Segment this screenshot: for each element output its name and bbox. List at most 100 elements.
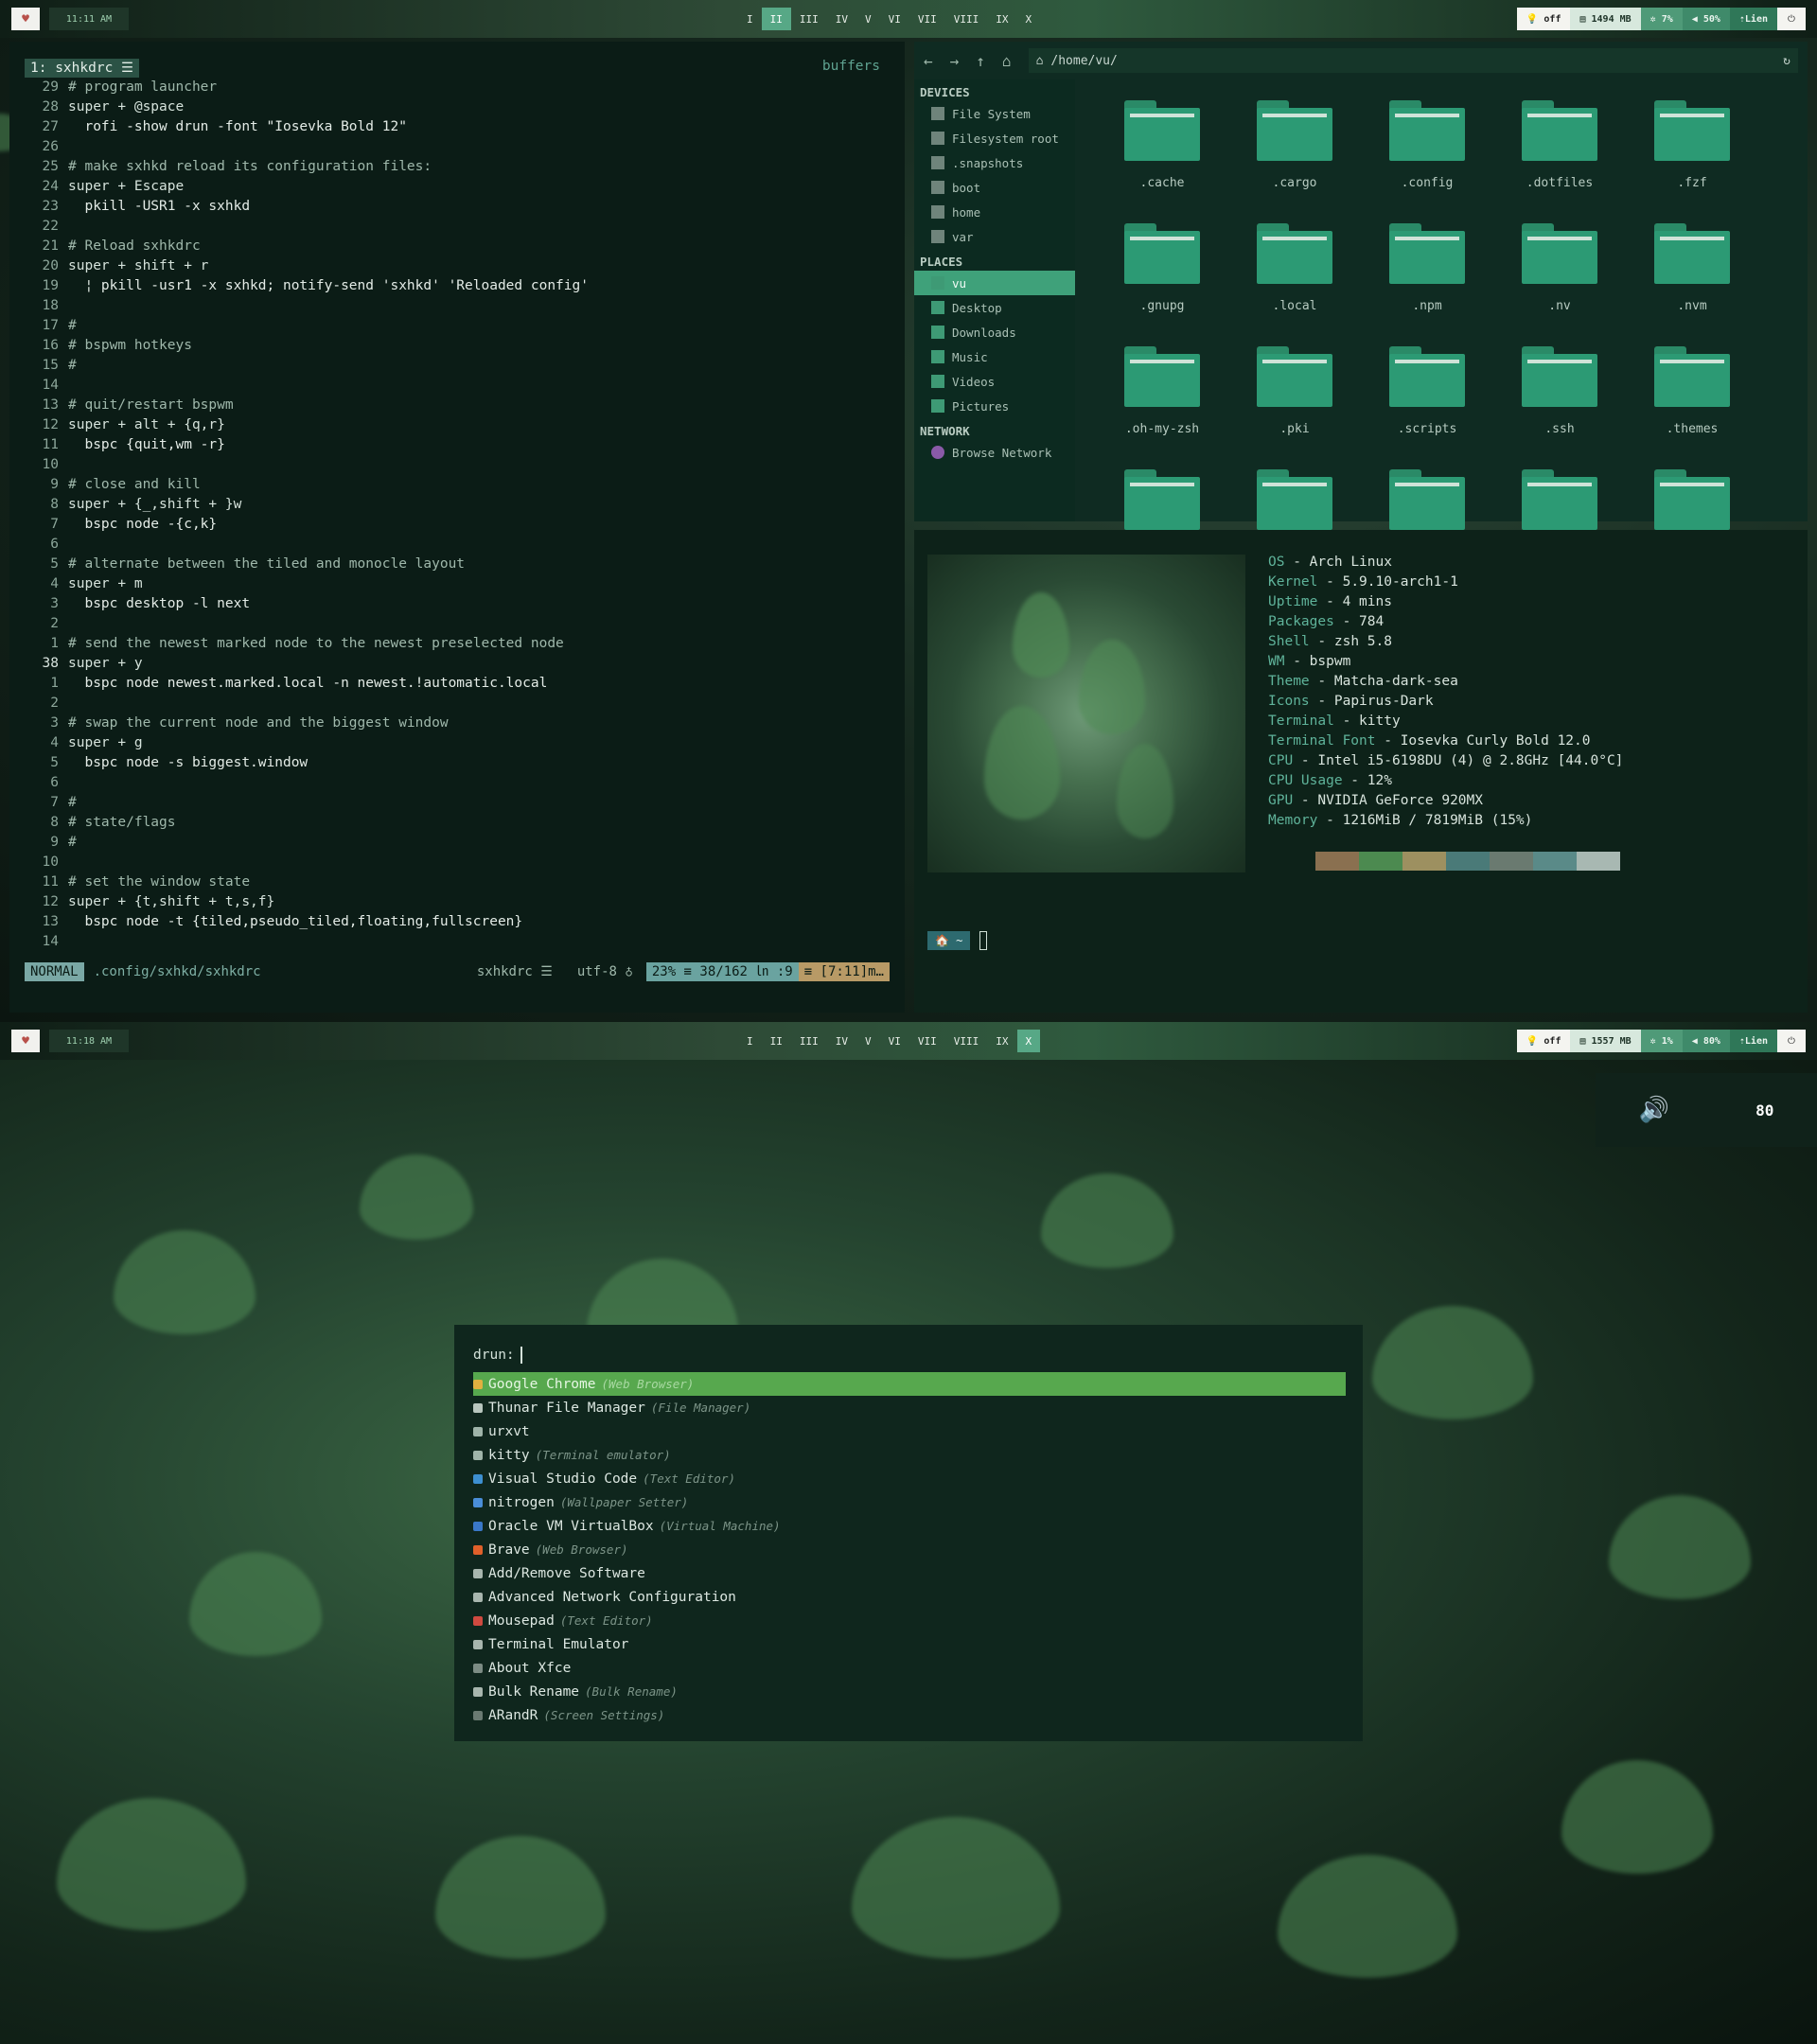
rofi-item[interactable]: urxvt xyxy=(473,1419,1346,1443)
sidebar-item[interactable]: File System xyxy=(914,101,1075,126)
sidebar-item[interactable]: Pictures xyxy=(914,394,1075,418)
back-arrow-icon[interactable]: ← xyxy=(924,52,933,70)
line-text: bspc {quit,wm -r} xyxy=(68,437,225,452)
vim-editor[interactable]: 1: sxhkdrc ☰ buffers 29 # program launche… xyxy=(9,42,905,1013)
workspace-iv[interactable]: IV xyxy=(827,1030,856,1052)
sidebar-item[interactable]: Browse Network xyxy=(914,440,1075,465)
folder-item[interactable]: .pki xyxy=(1228,341,1361,462)
rofi-item[interactable]: Brave (Web Browser) xyxy=(473,1538,1346,1561)
workspace-v[interactable]: V xyxy=(856,8,880,30)
sidebar-item[interactable]: Music xyxy=(914,344,1075,369)
folder-item[interactable]: .local xyxy=(1228,218,1361,339)
sidebar-item[interactable]: Desktop xyxy=(914,295,1075,320)
heart-icon[interactable]: ♥ xyxy=(11,8,40,30)
dnd-status[interactable]: 💡 off xyxy=(1516,8,1571,30)
folder-item[interactable]: .gnupg xyxy=(1096,218,1228,339)
volume-status[interactable]: ◀ 50% xyxy=(1682,8,1730,30)
info-value: 12% xyxy=(1367,773,1392,788)
buffer-tab[interactable]: 1: sxhkdrc ☰ xyxy=(25,59,140,78)
info-separator: - xyxy=(1317,574,1343,590)
workspace-iv[interactable]: IV xyxy=(827,8,856,30)
info-separator: - xyxy=(1284,555,1310,570)
workspace-x[interactable]: X xyxy=(1016,1030,1041,1052)
app-name: kitty xyxy=(488,1447,530,1463)
network-status[interactable]: ⇡ Lien xyxy=(1729,8,1777,30)
workspace-vii[interactable]: VII xyxy=(909,8,945,30)
sidebar-item[interactable]: Downloads xyxy=(914,320,1075,344)
reload-icon[interactable]: ↻ xyxy=(1783,54,1791,68)
sidebar-item[interactable]: home xyxy=(914,200,1075,224)
power-icon[interactable]: ⏻ xyxy=(1777,1030,1806,1052)
rofi-item[interactable]: Terminal Emulator xyxy=(473,1632,1346,1656)
folder-item[interactable]: .dotfiles xyxy=(1493,95,1626,216)
workspace-ii[interactable]: II xyxy=(762,1030,791,1052)
thunar-window[interactable]: ← → ↑ ⌂ ⌂ /home/vu/ ↻ DEVICES File System… xyxy=(914,42,1808,530)
rofi-item[interactable]: kitty (Terminal emulator) xyxy=(473,1443,1346,1467)
workspace-vii[interactable]: VII xyxy=(909,1030,945,1052)
rofi-launcher[interactable]: drun: Google Chrome (Web Browser) Thunar F… xyxy=(454,1325,1363,1741)
code-line: 3 # swap the current node and the biggest… xyxy=(25,714,890,733)
workspace-i[interactable]: I xyxy=(738,8,762,30)
rofi-item[interactable]: ARandR (Screen Settings) xyxy=(473,1703,1346,1727)
folder-item[interactable]: .scripts xyxy=(1361,341,1493,462)
line-number: 1 xyxy=(50,636,59,651)
workspace-iii[interactable]: III xyxy=(791,1030,827,1052)
info-value: 5.9.10-arch1-1 xyxy=(1342,574,1458,590)
rofi-item[interactable]: About Xfce xyxy=(473,1656,1346,1680)
terminal-window[interactable]: OS - Arch Linux Kernel - 5.9.10-arch1-1 Up… xyxy=(914,530,1808,1013)
folder-item[interactable]: .nvm xyxy=(1626,218,1758,339)
dnd-status[interactable]: 💡 off xyxy=(1516,1030,1571,1052)
workspace-viii[interactable]: VIII xyxy=(945,1030,988,1052)
sidebar-item[interactable]: Filesystem root xyxy=(914,126,1075,150)
info-key: WM xyxy=(1268,654,1285,669)
workspace-i[interactable]: I xyxy=(738,1030,762,1052)
sidebar-item[interactable]: var xyxy=(914,224,1075,249)
network-status[interactable]: ⇡ Lien xyxy=(1729,1030,1777,1052)
folder-item[interactable]: .themes xyxy=(1626,341,1758,462)
forward-arrow-icon[interactable]: → xyxy=(950,52,960,70)
code-line: 18 xyxy=(25,296,890,316)
workspace-ix[interactable]: IX xyxy=(987,8,1016,30)
workspace-viii[interactable]: VIII xyxy=(945,8,988,30)
folder-icon xyxy=(1257,100,1332,161)
folder-item[interactable]: .npm xyxy=(1361,218,1493,339)
folder-item[interactable]: .cargo xyxy=(1228,95,1361,216)
rofi-item[interactable]: Mousepad (Text Editor) xyxy=(473,1609,1346,1632)
folder-paper xyxy=(1395,360,1459,363)
folder-item[interactable]: .fzf xyxy=(1626,95,1758,216)
ram-status: ▤ 1557 MB xyxy=(1570,1030,1641,1052)
folder-item[interactable]: .nv xyxy=(1493,218,1626,339)
heart-icon[interactable]: ♥ xyxy=(11,1030,40,1052)
volume-status[interactable]: ◀ 80% xyxy=(1682,1030,1730,1052)
rofi-item[interactable]: nitrogen (Wallpaper Setter) xyxy=(473,1490,1346,1514)
folder-item[interactable]: .config xyxy=(1361,95,1493,216)
workspace-vi[interactable]: VI xyxy=(880,8,909,30)
rofi-prompt[interactable]: drun: xyxy=(473,1342,1346,1368)
workspace-x[interactable]: X xyxy=(1017,8,1041,30)
home-icon[interactable]: ⌂ xyxy=(1002,52,1012,70)
sidebar-item[interactable]: .snapshots xyxy=(914,150,1075,175)
workspace-iii[interactable]: III xyxy=(791,8,827,30)
folder-item[interactable]: .ssh xyxy=(1493,341,1626,462)
sidebar-item[interactable]: Videos xyxy=(914,369,1075,394)
rofi-item[interactable]: Google Chrome (Web Browser) xyxy=(473,1372,1346,1396)
rofi-item[interactable]: Add/Remove Software xyxy=(473,1561,1346,1585)
sidebar-item[interactable]: vu xyxy=(914,271,1075,295)
power-icon[interactable]: ⏻ xyxy=(1777,8,1806,30)
rofi-item[interactable]: Advanced Network Configuration xyxy=(473,1585,1346,1609)
rofi-item[interactable]: Oracle VM VirtualBox (Virtual Machine) xyxy=(473,1514,1346,1538)
rofi-item[interactable]: Thunar File Manager (File Manager) xyxy=(473,1396,1346,1419)
folder-item[interactable]: .oh-my-zsh xyxy=(1096,341,1228,462)
workspace-vi[interactable]: VI xyxy=(880,1030,909,1052)
rofi-item[interactable]: Visual Studio Code (Text Editor) xyxy=(473,1467,1346,1490)
rofi-item[interactable]: Bulk Rename (Bulk Rename) xyxy=(473,1680,1346,1703)
path-bar[interactable]: ⌂ /home/vu/ ↻ xyxy=(1028,48,1798,73)
workspace-ii[interactable]: II xyxy=(761,8,791,30)
code-area[interactable]: 29 # program launcher 28 super + @space 27 r… xyxy=(25,78,890,952)
folder-item[interactable]: .cache xyxy=(1096,95,1228,216)
sidebar-section-network: NETWORK xyxy=(920,424,970,438)
up-arrow-icon[interactable]: ↑ xyxy=(976,52,985,70)
workspace-ix[interactable]: IX xyxy=(987,1030,1016,1052)
sidebar-item[interactable]: boot xyxy=(914,175,1075,200)
workspace-v[interactable]: V xyxy=(856,1030,880,1052)
